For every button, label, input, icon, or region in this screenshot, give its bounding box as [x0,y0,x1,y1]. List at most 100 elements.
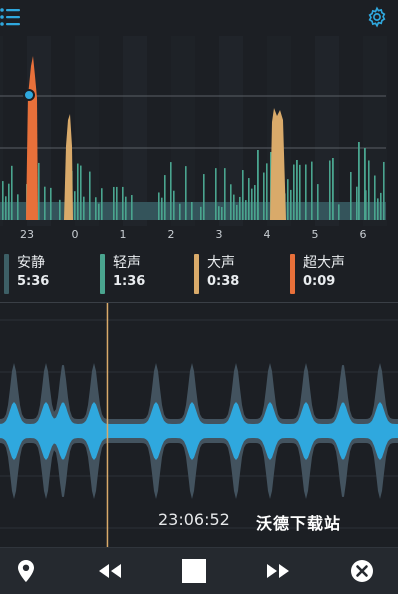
soft-sound-bar [380,192,382,220]
soft-sound-bar [254,185,256,220]
soft-sound-bar [113,186,115,220]
soft-sound-bar [257,150,259,220]
soft-sound-bar [161,197,163,220]
soft-sound-bar [338,204,340,220]
legend-value: 5:36 [17,274,50,289]
legend-swatch-soft [100,254,105,294]
soft-sound-bar [236,204,238,220]
soft-sound-bar [8,183,10,220]
soft-sound-bar [383,161,385,220]
soft-sound-bar [251,188,253,220]
rewind-icon[interactable] [95,556,125,586]
soft-sound-bar [245,200,247,220]
soft-sound-bar [44,186,46,220]
soft-sound-bar [11,165,13,220]
soft-sound-bar [191,201,193,220]
legend-label: 轻声 [113,255,141,271]
fast-forward-icon[interactable] [263,556,293,586]
legend-value: 0:09 [303,274,336,289]
gear-icon[interactable] [366,6,388,28]
menu-icon[interactable] [0,6,22,28]
soft-sound-bar [332,158,334,220]
soft-sound-bar [350,171,352,220]
soft-sound-bar [131,195,133,220]
soft-sound-bar [329,160,331,220]
soft-sound-bar [230,184,232,220]
soft-sound-bar [185,166,187,220]
legend-label: 超大声 [303,255,345,271]
soft-sound-bar [170,162,172,220]
hour-tick-label: 4 [263,228,271,241]
soft-sound-bar [287,179,289,220]
soft-sound-bar [293,164,295,220]
hour-axis: 23 0 1 2 3 4 5 6 [0,228,398,246]
hour-tick-label: 6 [359,228,367,241]
soft-sound-bar [221,206,223,220]
soft-sound-bar [305,164,307,220]
hour-tick-label: 5 [311,228,319,241]
legend-value: 0:38 [207,274,240,289]
soft-sound-bar [77,163,79,220]
soft-sound-bar [248,178,250,220]
playback-controls [0,547,398,594]
soft-sound-bar [122,186,124,220]
soft-sound-bar [5,196,7,220]
legend-label: 安静 [17,255,45,271]
soft-sound-bar [116,186,118,220]
soft-sound-bar [89,171,91,220]
top-bar [0,0,398,36]
soft-sound-bar [125,196,127,220]
soft-sound-bar [266,163,268,220]
soft-sound-bar [215,168,217,220]
soft-sound-bar [95,197,97,220]
soft-sound-bar [290,189,292,220]
hour-tick-label: 0 [71,228,79,241]
soft-sound-bar [377,198,379,220]
soft-sound-bar [263,172,265,220]
close-circle-icon[interactable] [347,556,377,586]
soft-sound-bar [239,196,241,220]
soft-sound-bar [59,199,61,220]
soft-sound-bar [98,203,100,220]
legend-swatch-quiet [4,254,9,294]
soft-sound-bar [158,192,160,220]
loud-sound-peak [64,114,73,220]
soft-sound-bar [173,190,175,220]
soft-sound-bar [233,194,235,220]
soft-sound-bar [74,191,76,220]
soft-sound-bar [38,162,40,220]
legend: 安静 5:36 轻声 1:36 大声 0:38 超大声 0:09 [0,250,398,298]
soft-sound-bar [296,160,298,220]
soft-sound-bar [368,160,370,220]
sound-level-chart [0,36,387,226]
soft-sound-bar [50,187,52,220]
soft-sound-bar [358,142,360,220]
legend-value: 1:36 [113,274,146,289]
selected-point-marker[interactable] [23,89,35,101]
hour-tick-label: 1 [119,228,127,241]
soft-sound-bar [364,148,366,220]
soft-sound-bar [179,203,181,220]
soft-sound-bar [299,164,301,220]
location-pin-icon[interactable] [11,556,41,586]
legend-swatch-very-loud [290,254,295,294]
stop-icon[interactable] [179,556,209,586]
soft-sound-bar [80,165,82,220]
hour-tick-label: 3 [215,228,223,241]
legend-label: 大声 [207,255,235,271]
legend-swatch-loud [194,254,199,294]
soft-sound-bar [356,186,358,220]
hour-tick-label: 23 [20,228,34,241]
soft-sound-bar [83,196,85,220]
quiet-level-band [0,202,386,220]
watermark: 沃德下载站 [256,514,342,533]
soft-sound-bar [164,175,166,220]
soft-sound-bar [200,206,202,220]
soft-sound-bar [218,206,220,220]
hour-tick-label: 2 [167,228,175,241]
soft-sound-bar [101,188,103,220]
soft-sound-bar [317,184,319,220]
playback-time: 23:06:52 [158,510,230,529]
soft-sound-bar [203,174,205,220]
soft-sound-bar [17,194,19,220]
